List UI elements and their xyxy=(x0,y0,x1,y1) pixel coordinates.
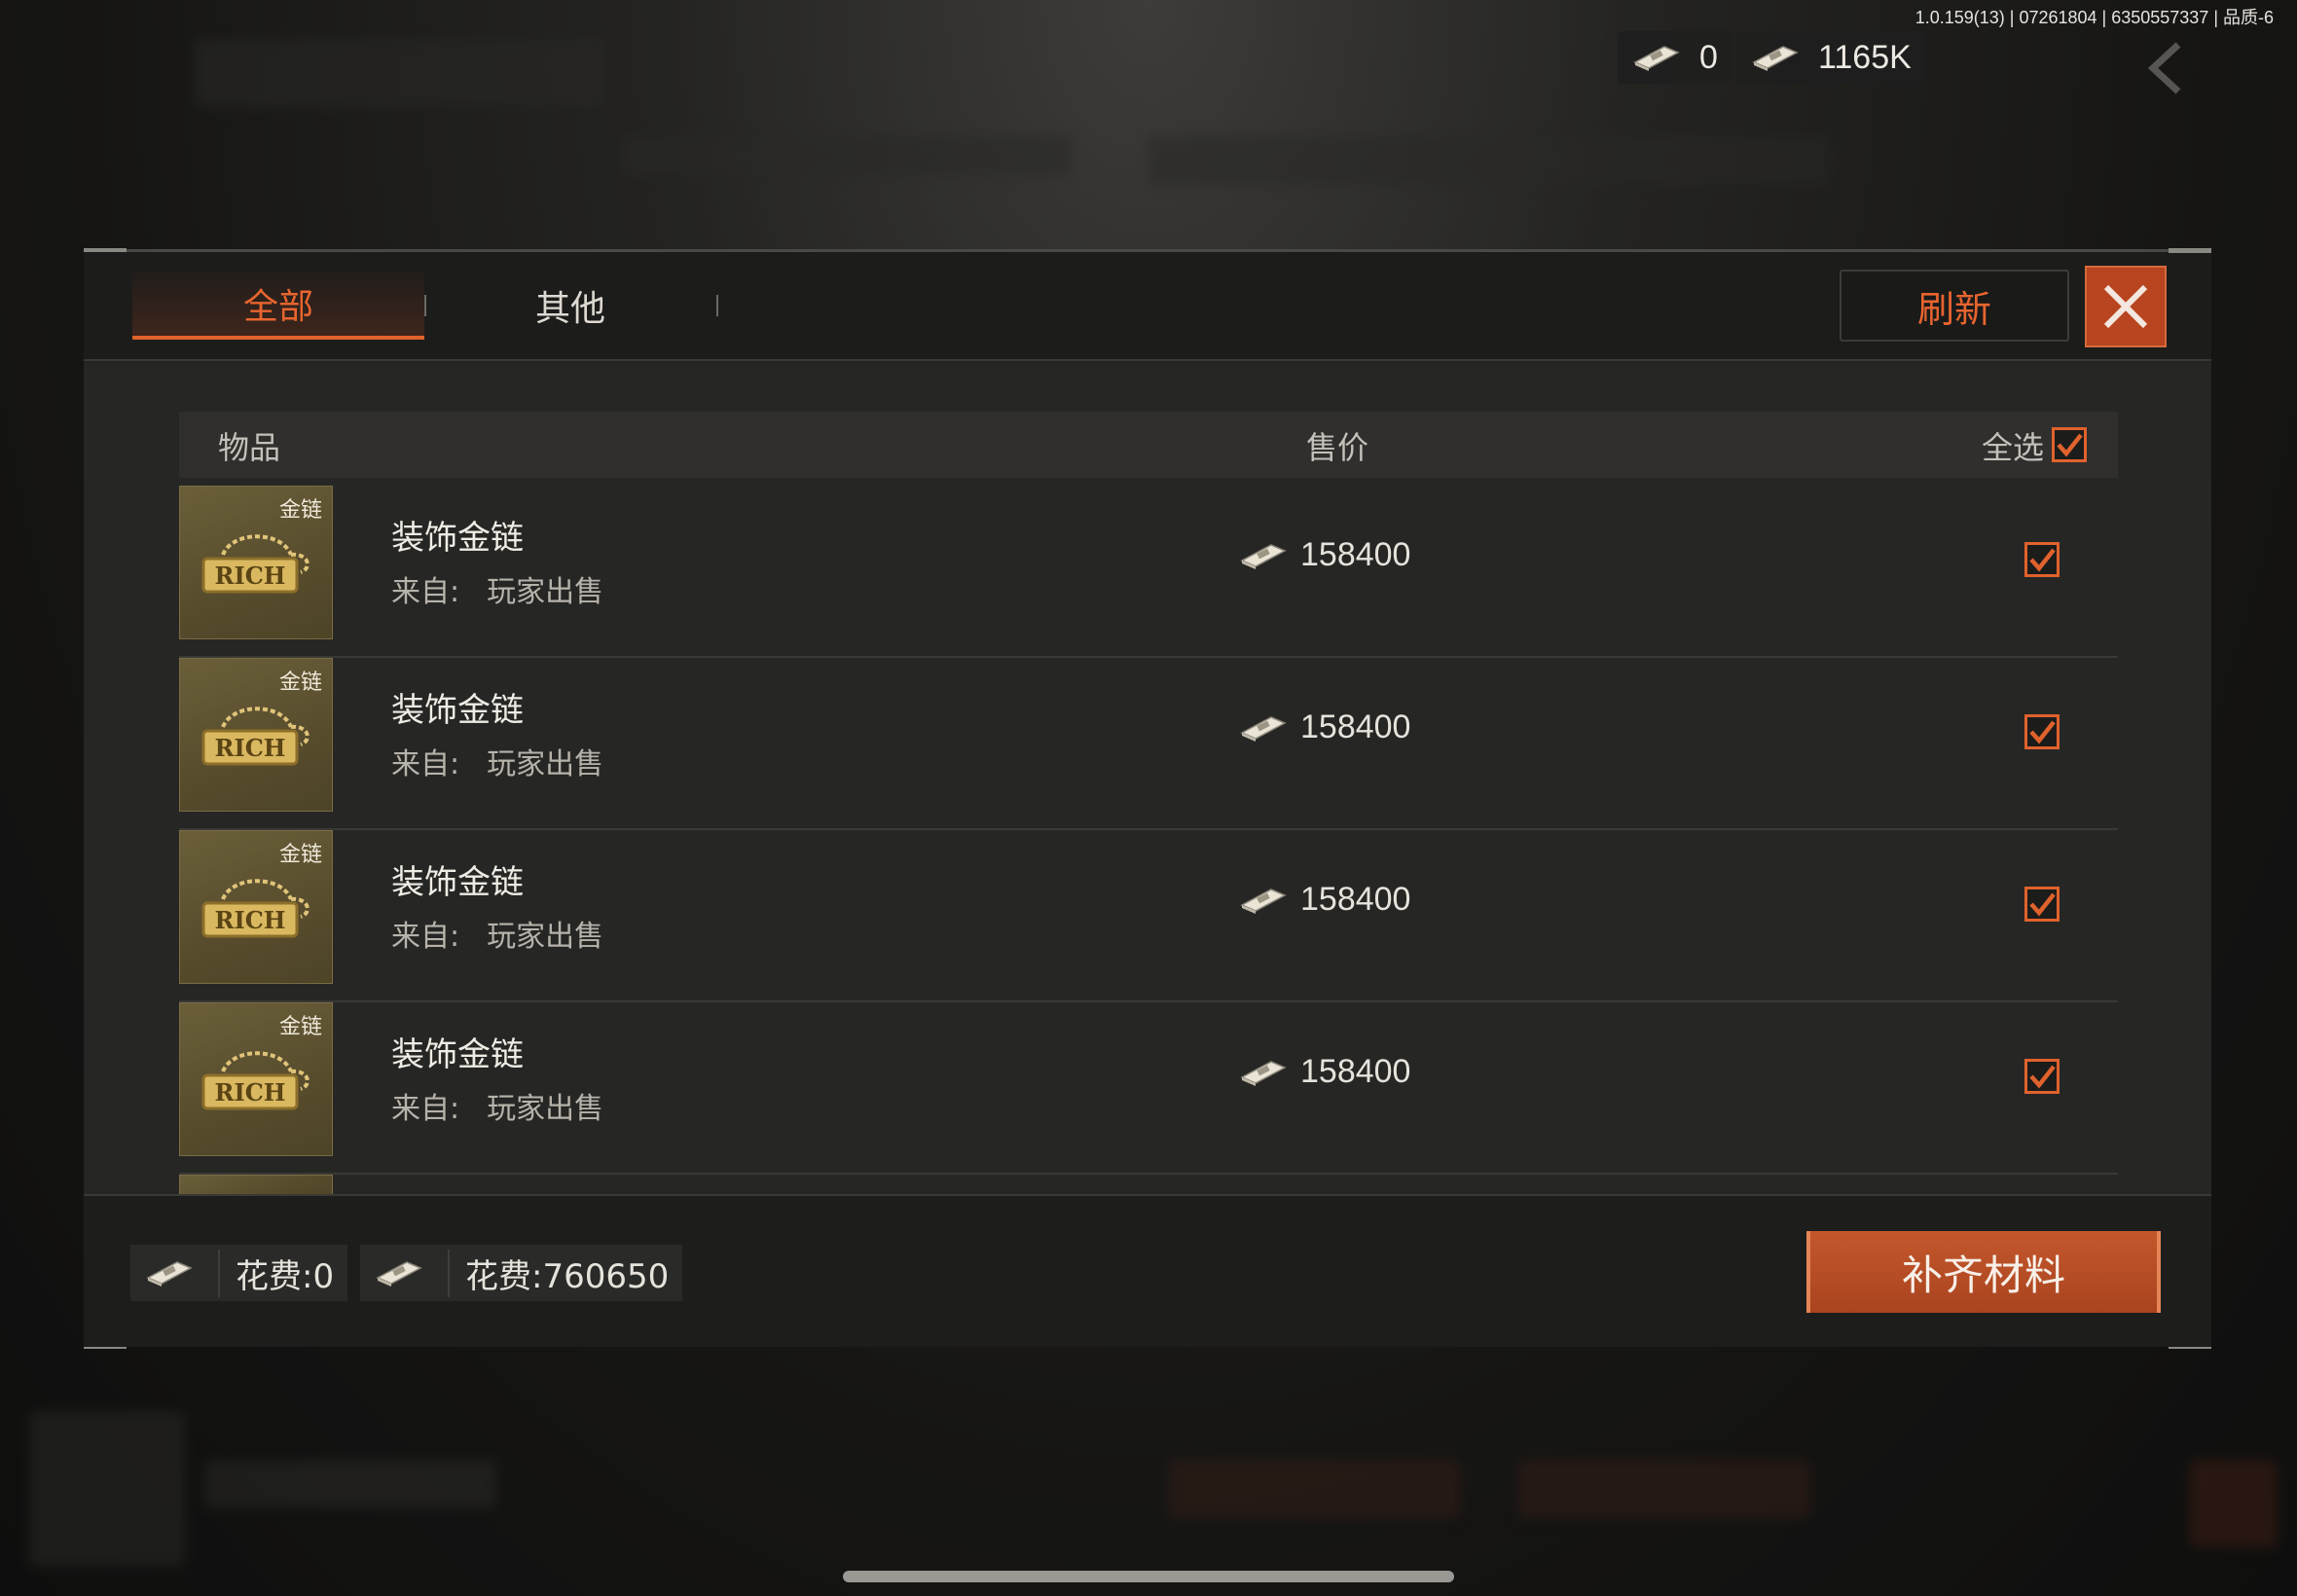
gold-chain-icon: RICH xyxy=(201,534,310,594)
item-thumbnail: 金链 RICH xyxy=(179,1002,333,1156)
price-value: 158400 xyxy=(1300,536,1411,573)
cash-bundle-icon xyxy=(376,1261,422,1287)
checkmark-icon xyxy=(2057,433,2083,457)
item-source: 来自: 玩家出售 xyxy=(391,912,603,955)
purchase-materials-modal: 全部 其他 刷新 物品 售价 全选 金链 RICH 装饰金链 来自: 玩家出售 … xyxy=(84,248,2211,1349)
cost-label: 花费:0 xyxy=(218,1249,334,1297)
source-label: 来自: xyxy=(391,747,460,781)
cash-bundle-icon xyxy=(1240,1060,1287,1086)
currency-display-2: 1165K xyxy=(1736,31,1925,84)
checkmark-icon xyxy=(2029,720,2056,744)
gold-chain-icon: RICH xyxy=(201,707,310,766)
price-value: 158400 xyxy=(1300,1053,1411,1090)
list-item-partial[interactable] xyxy=(179,1175,2118,1194)
column-header-price: 售价 xyxy=(1306,429,1369,466)
row-checkbox[interactable] xyxy=(2024,542,2060,577)
item-category-tag: 金链 xyxy=(278,498,322,523)
checkmark-icon xyxy=(2029,548,2056,572)
list-header: 物品 售价 全选 xyxy=(179,412,2118,478)
source-value: 玩家出售 xyxy=(487,747,604,781)
item-rows: 金链 RICH 装饰金链 来自: 玩家出售 158400 金链 RICH 装饰金… xyxy=(179,486,2118,1194)
version-info: 1.0.159(13) | 07261804 | 6350557337 | 品质… xyxy=(1914,8,2274,27)
item-thumbnail xyxy=(179,1175,333,1194)
item-name: 装饰金链 xyxy=(391,863,524,902)
cash-bundle-icon xyxy=(1240,543,1287,569)
row-checkbox[interactable] xyxy=(2024,1059,2060,1094)
cash-bundle-icon xyxy=(146,1261,193,1287)
item-list-area[interactable]: 物品 售价 全选 金链 RICH 装饰金链 来自: 玩家出售 158400 金链… xyxy=(84,363,2211,1194)
svg-text:RICH: RICH xyxy=(215,734,286,762)
column-header-item: 物品 xyxy=(218,429,281,466)
price-value: 158400 xyxy=(1300,708,1411,745)
list-item[interactable]: 金链 RICH 装饰金链 来自: 玩家出售 158400 xyxy=(179,1002,2118,1175)
item-thumbnail: 金链 RICH xyxy=(179,486,333,639)
item-source: 来自: 玩家出售 xyxy=(391,740,603,782)
currency-value: 1165K xyxy=(1818,38,1912,76)
source-label: 来自: xyxy=(391,920,460,954)
tab-all[interactable]: 全部 xyxy=(132,272,424,340)
svg-text:RICH: RICH xyxy=(215,906,286,934)
cash-bundle-icon xyxy=(1633,46,1680,71)
item-price: 158400 xyxy=(1238,708,1410,746)
cost-label: 花费:760650 xyxy=(448,1249,669,1297)
tab-bar: 全部 其他 刷新 xyxy=(84,252,2211,361)
close-icon xyxy=(2103,284,2148,329)
source-value: 玩家出售 xyxy=(487,1092,604,1126)
source-label: 来自: xyxy=(391,1092,460,1126)
source-label: 来自: xyxy=(391,575,460,609)
row-checkbox[interactable] xyxy=(2024,714,2060,749)
item-thumbnail: 金链 RICH xyxy=(179,658,333,812)
list-item[interactable]: 金链 RICH 装饰金链 来自: 玩家出售 158400 xyxy=(179,658,2118,830)
item-thumbnail: 金链 RICH xyxy=(179,830,333,984)
tab-divider xyxy=(716,295,718,316)
svg-text:RICH: RICH xyxy=(215,1078,286,1106)
cost-display-2: 花费:760650 xyxy=(360,1245,683,1301)
currency-value: 0 xyxy=(1699,38,1718,76)
close-button[interactable] xyxy=(2085,266,2167,347)
item-price: 158400 xyxy=(1238,881,1410,919)
gold-chain-icon: RICH xyxy=(201,1051,310,1110)
select-all-checkbox[interactable] xyxy=(2052,427,2087,462)
fill-materials-button[interactable]: 补齐材料 xyxy=(1806,1231,2161,1313)
list-item[interactable]: 金链 RICH 装饰金链 来自: 玩家出售 158400 xyxy=(179,830,2118,1002)
item-category-tag: 金链 xyxy=(278,1015,322,1039)
currency-display-1: 0 xyxy=(1618,31,1732,84)
item-category-tag: 金链 xyxy=(278,843,322,867)
row-checkbox[interactable] xyxy=(2024,887,2060,922)
item-source: 来自: 玩家出售 xyxy=(391,1084,603,1127)
source-value: 玩家出售 xyxy=(487,920,604,954)
back-chevron-icon[interactable] xyxy=(2141,39,2190,97)
item-category-tag: 金链 xyxy=(278,671,322,695)
list-item[interactable]: 金链 RICH 装饰金链 来自: 玩家出售 158400 xyxy=(179,486,2118,658)
cash-bundle-icon xyxy=(1240,888,1287,914)
svg-text:RICH: RICH xyxy=(215,562,286,590)
checkmark-icon xyxy=(2029,892,2056,917)
cash-bundle-icon xyxy=(1240,715,1287,742)
tab-other[interactable]: 其他 xyxy=(424,272,716,340)
checkmark-icon xyxy=(2029,1065,2056,1089)
cost-display-1: 花费:0 xyxy=(130,1245,348,1301)
item-name: 装饰金链 xyxy=(391,1035,524,1074)
item-name: 装饰金链 xyxy=(391,519,524,558)
source-value: 玩家出售 xyxy=(487,575,604,609)
select-all-label[interactable]: 全选 xyxy=(1982,423,2044,468)
modal-footer: 花费:0 花费:760650 补齐材料 xyxy=(84,1194,2211,1347)
item-name: 装饰金链 xyxy=(391,691,524,730)
item-source: 来自: 玩家出售 xyxy=(391,567,603,610)
cash-bundle-icon xyxy=(1752,46,1799,71)
gold-chain-icon: RICH xyxy=(201,879,310,938)
item-price: 158400 xyxy=(1238,536,1410,574)
price-value: 158400 xyxy=(1300,881,1411,918)
refresh-button[interactable]: 刷新 xyxy=(1840,270,2069,342)
item-price: 158400 xyxy=(1238,1053,1410,1091)
home-indicator[interactable] xyxy=(843,1571,1454,1582)
